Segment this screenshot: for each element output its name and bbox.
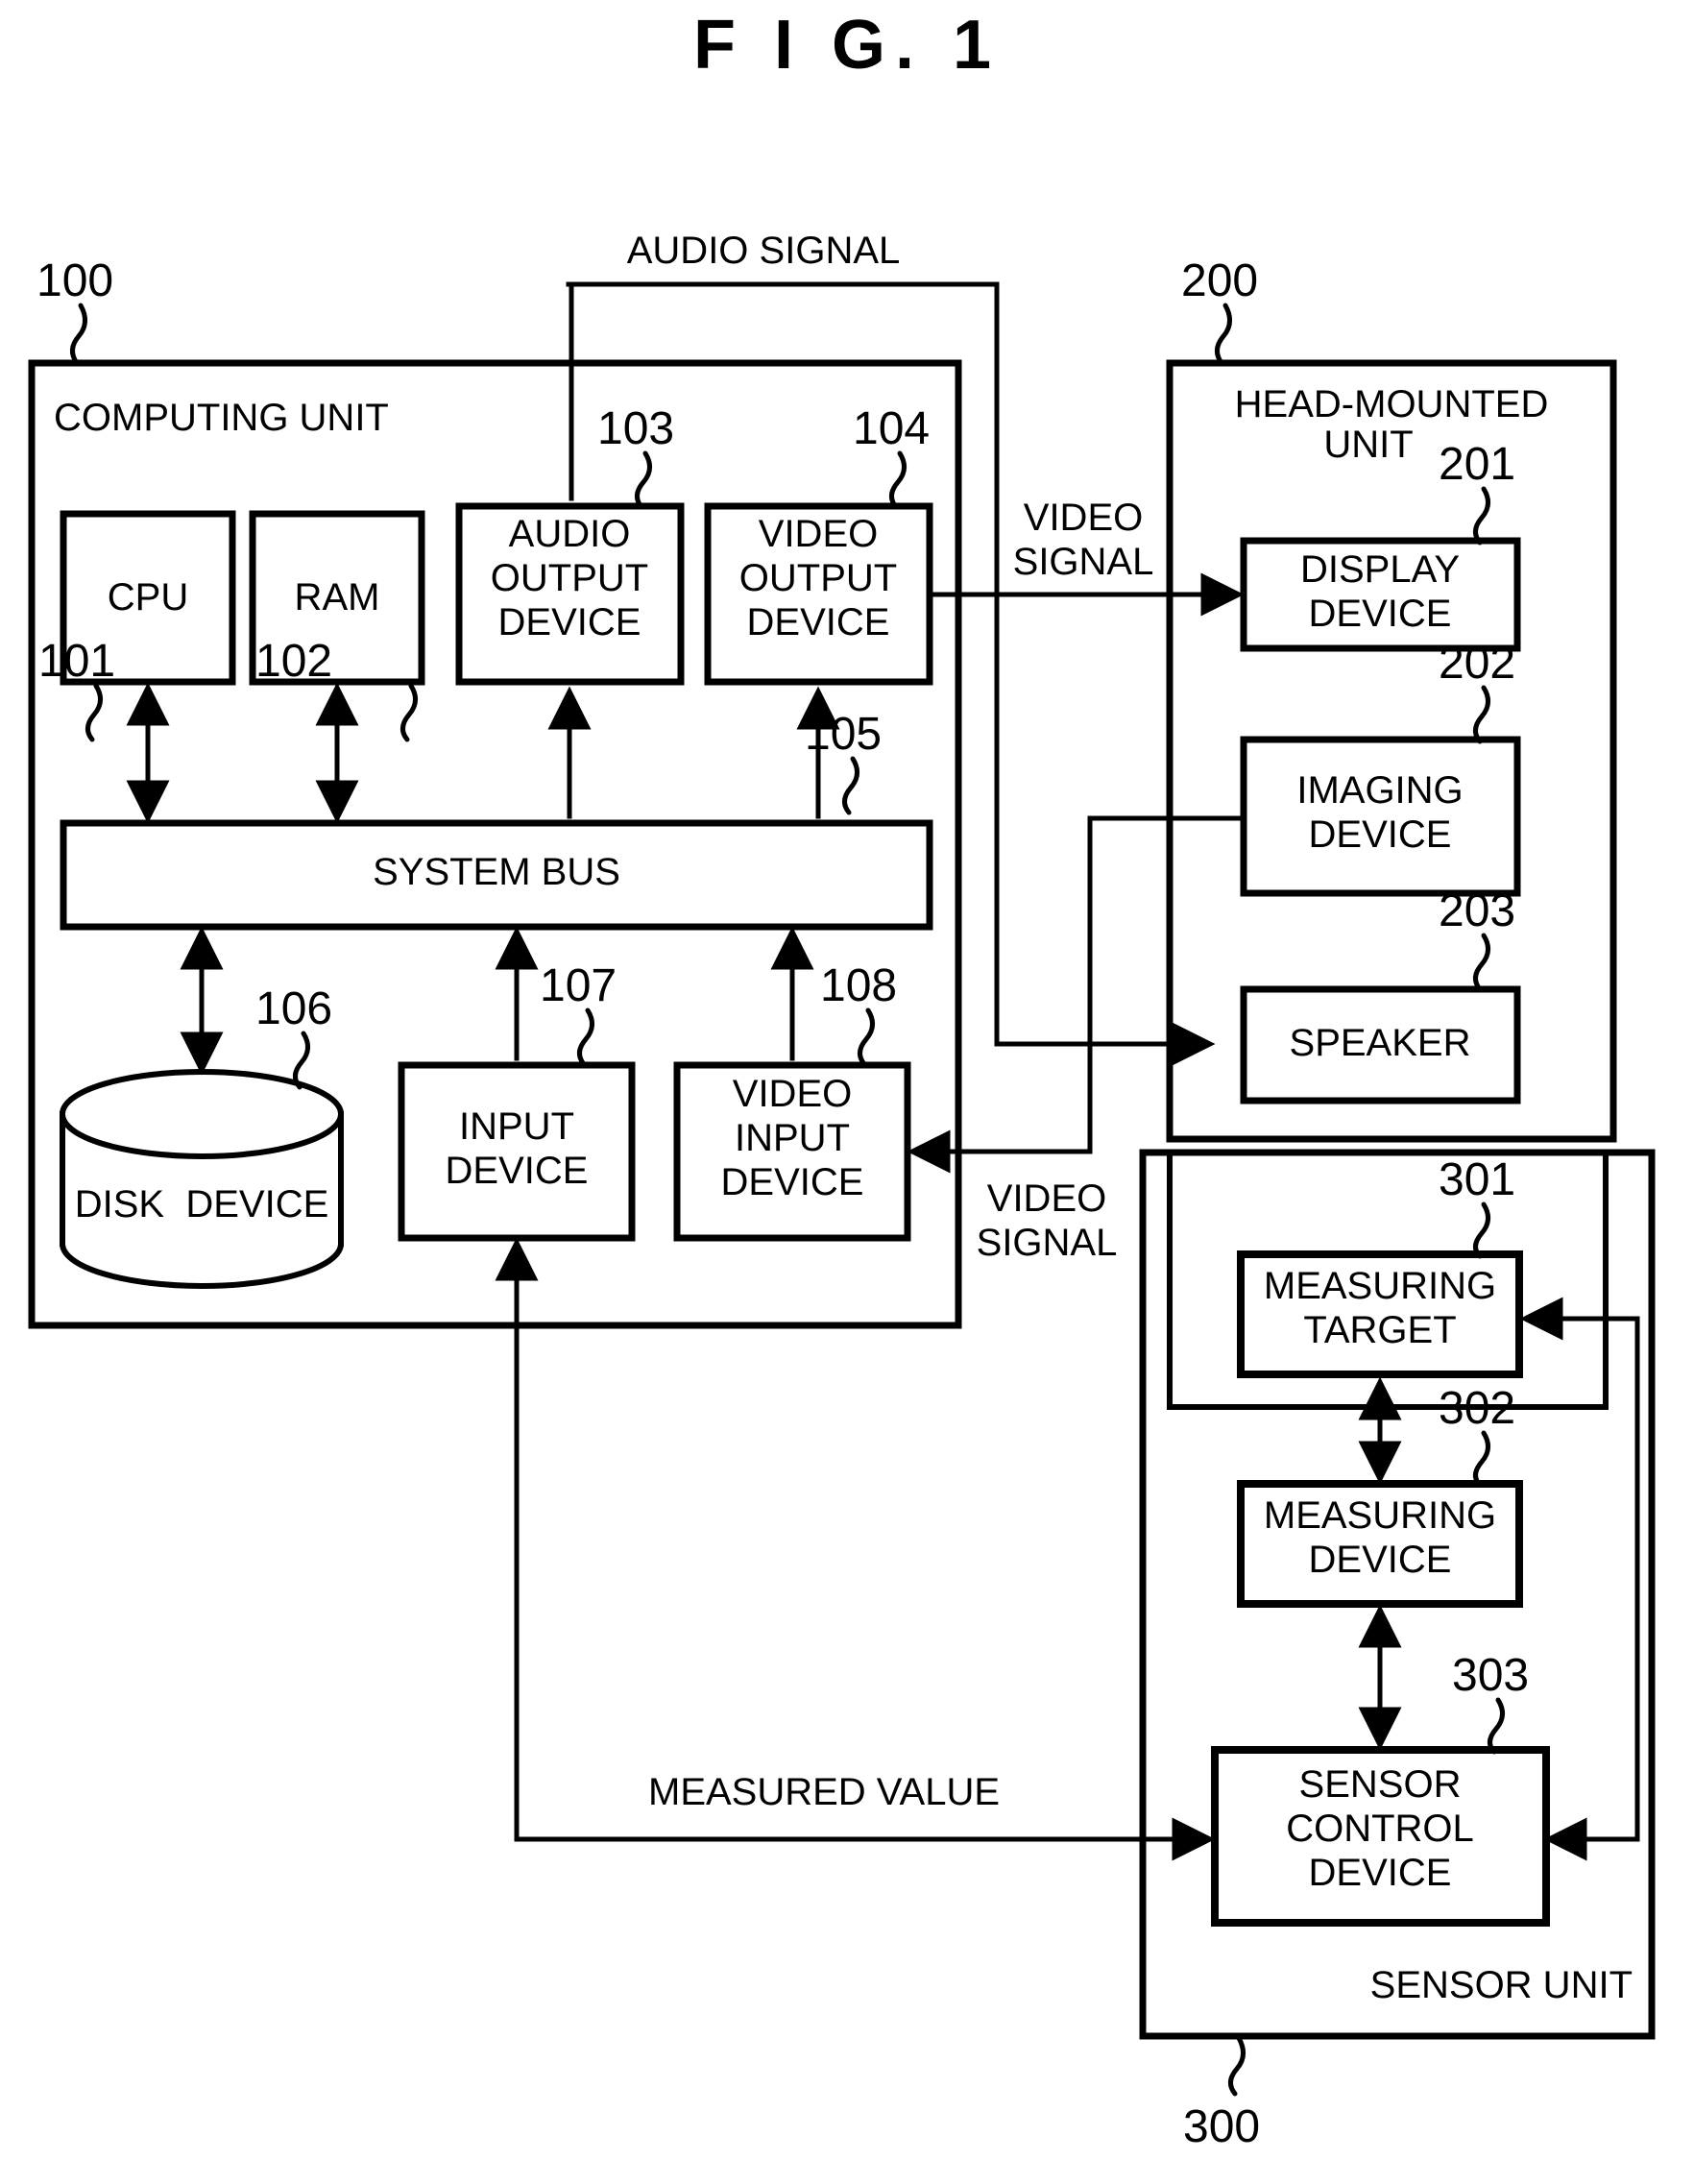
computing-unit-label: COMPUTING UNIT: [54, 397, 389, 439]
video-input-label-line2: INPUT: [735, 1117, 850, 1159]
video-signal-out-label-line2: SIGNAL: [1012, 541, 1154, 583]
input-device-label-line1: INPUT: [459, 1105, 574, 1148]
video-input-label-line3: DEVICE: [720, 1161, 864, 1203]
video-signal-out-label-line1: VIDEO: [1023, 497, 1144, 539]
ref-102: 102: [255, 636, 333, 687]
video-signal-in-label-line1: VIDEO: [986, 1177, 1107, 1220]
ref-106: 106: [255, 983, 333, 1034]
system-bus-label: SYSTEM BUS: [373, 851, 620, 893]
ref-101: 101: [38, 636, 116, 687]
imaging-device-label-line2: DEVICE: [1308, 813, 1452, 856]
sensor-unit-label: SENSOR UNIT: [1369, 1964, 1633, 2006]
measured-value-label: MEASURED VALUE: [647, 1771, 1001, 1813]
ref-301: 301: [1439, 1154, 1516, 1205]
head-mounted-unit-label-line1: HEAD-MOUNTED: [1234, 383, 1549, 425]
ref-303: 303: [1452, 1650, 1530, 1701]
sensor-control-label-line2: CONTROL: [1286, 1808, 1474, 1850]
ref-300: 300: [1183, 2101, 1261, 2152]
ref-302: 302: [1439, 1383, 1516, 1434]
speaker-label: SPEAKER: [1289, 1022, 1471, 1064]
patent-figure-1: F I G. 1 COMPUTING UNIT HEAD-MOUNTED UNI…: [0, 0, 1694, 2184]
disk-device-label: DISK DEVICE: [74, 1183, 329, 1225]
audio-output-label-line1: AUDIO: [508, 513, 631, 555]
ref-105: 105: [805, 709, 883, 760]
ram-box-label: RAM: [294, 576, 380, 619]
display-device-label-line2: DEVICE: [1308, 593, 1452, 635]
audio-output-label-line3: DEVICE: [497, 601, 641, 643]
ref-201: 201: [1439, 439, 1516, 490]
cpu-box-label: CPU: [107, 576, 189, 619]
ref-107: 107: [540, 960, 617, 1011]
measuring-target-label-line1: MEASURING: [1263, 1265, 1497, 1307]
ref-200: 200: [1181, 255, 1259, 306]
ref-103: 103: [597, 403, 675, 454]
ref-104: 104: [853, 403, 931, 454]
display-device-label-line1: DISPLAY: [1300, 548, 1460, 591]
video-output-label-line2: OUTPUT: [738, 557, 898, 599]
measuring-target-label-line2: TARGET: [1303, 1309, 1457, 1351]
video-output-label-line3: DEVICE: [746, 601, 890, 643]
ref-203: 203: [1439, 886, 1516, 936]
audio-signal-label: AUDIO SIGNAL: [626, 230, 901, 272]
ref-108: 108: [820, 960, 898, 1011]
sensor-control-label-line3: DEVICE: [1308, 1852, 1452, 1894]
ref-100: 100: [36, 255, 114, 306]
video-input-label-line1: VIDEO: [732, 1073, 853, 1115]
sensor-control-label-line1: SENSOR: [1298, 1763, 1462, 1806]
imaging-device-label-line1: IMAGING: [1296, 769, 1464, 812]
measuring-device-label-line2: DEVICE: [1308, 1539, 1452, 1581]
video-output-label-line1: VIDEO: [758, 513, 879, 555]
head-mounted-unit-label-line2: UNIT: [1323, 424, 1414, 466]
input-device-label-line2: DEVICE: [445, 1150, 589, 1192]
measuring-device-label-line1: MEASURING: [1263, 1494, 1497, 1537]
ref-202: 202: [1439, 638, 1516, 689]
audio-output-label-line2: OUTPUT: [490, 557, 649, 599]
video-signal-in-label-line2: SIGNAL: [976, 1222, 1118, 1264]
